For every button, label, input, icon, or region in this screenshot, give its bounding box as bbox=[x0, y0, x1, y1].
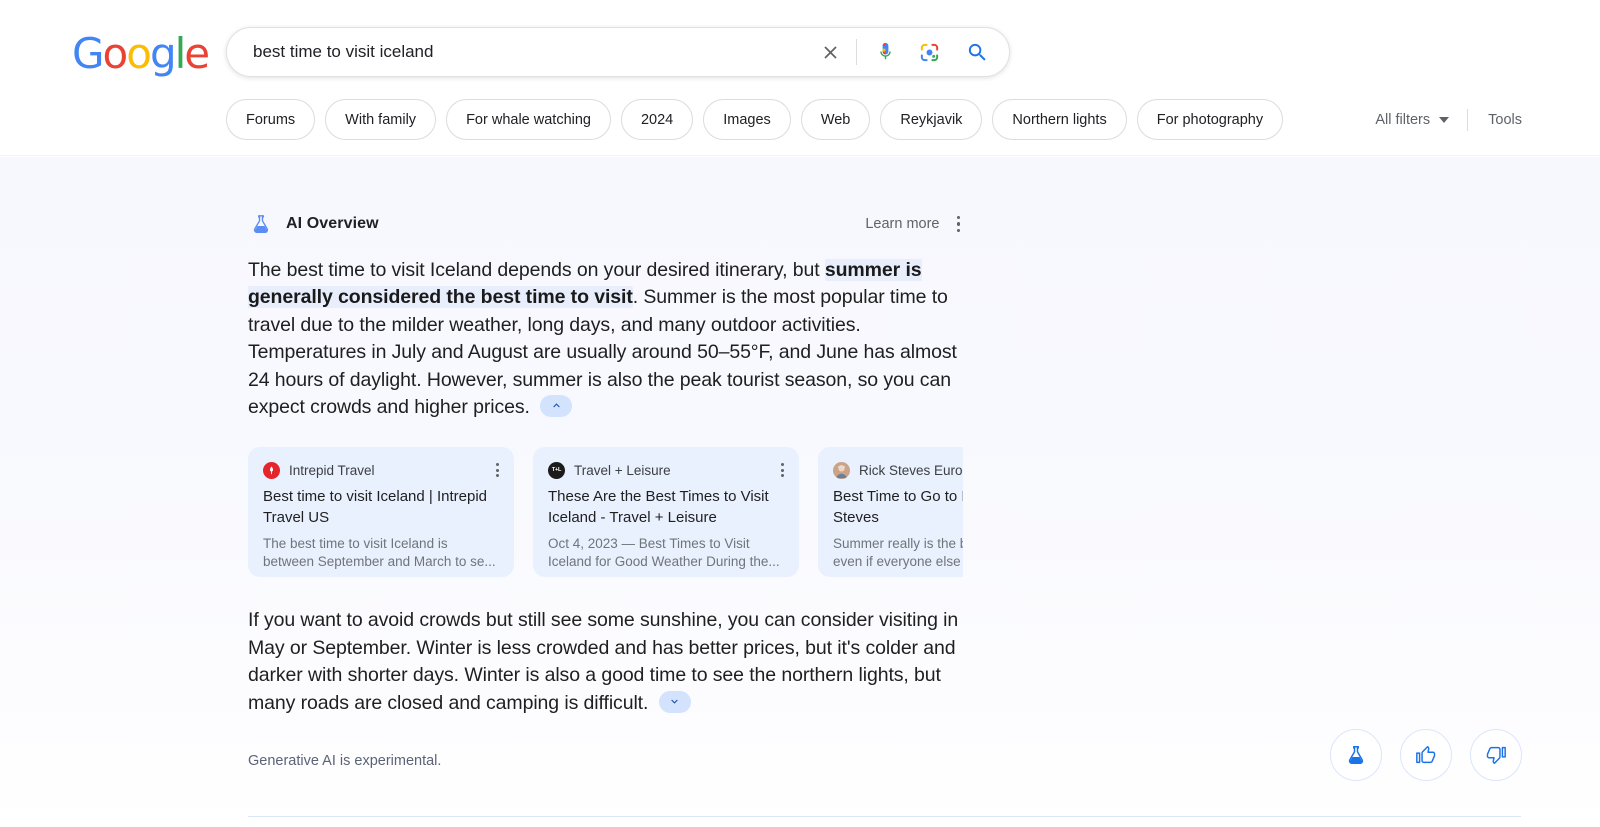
logo-letter-g2: g bbox=[149, 29, 177, 78]
close-icon bbox=[823, 45, 837, 59]
all-filters-label: All filters bbox=[1375, 111, 1431, 128]
search-bar[interactable] bbox=[226, 27, 1010, 77]
source-card-menu-icon[interactable] bbox=[496, 463, 499, 478]
search-submit-button[interactable] bbox=[957, 32, 997, 72]
google-lens-icon bbox=[920, 43, 938, 61]
thumbs-up-icon bbox=[1416, 746, 1436, 764]
clear-search-button[interactable] bbox=[810, 32, 850, 72]
source-card-header: T+L Travel + Leisure bbox=[548, 460, 784, 480]
chevron-up-icon bbox=[552, 403, 560, 408]
ai-overview-header: AI Overview Learn more bbox=[248, 207, 963, 241]
chip-label: Forums bbox=[246, 111, 296, 128]
ai-source-cards: Intrepid Travel Best time to visit Icela… bbox=[248, 447, 963, 578]
source-card-title: These Are the Best Times to Visit Icelan… bbox=[548, 488, 769, 526]
microphone-icon bbox=[879, 42, 891, 59]
ai-overview-paragraph-2: If you want to avoid crowds but still se… bbox=[248, 607, 963, 717]
source-card-rick-steves[interactable]: Rick Steves Europe Best Time to Go to Ic… bbox=[818, 447, 963, 578]
source-card-snippet: The best time to visit Iceland is betwee… bbox=[263, 536, 496, 570]
voice-search-button[interactable] bbox=[867, 34, 903, 70]
ai-overview-panel: AI Overview Learn more The best time to … bbox=[0, 157, 1600, 827]
source-card-header: Intrepid Travel bbox=[263, 460, 499, 480]
travel-leisure-favicon: T+L bbox=[548, 461, 565, 479]
flask-icon bbox=[248, 211, 274, 237]
paragraph-1-part-1: The best time to visit Iceland depends o… bbox=[248, 259, 825, 281]
chevron-down-icon bbox=[1439, 116, 1450, 123]
chip-reykjavik[interactable]: Reykjavik bbox=[880, 99, 983, 140]
chip-label: For photography bbox=[1156, 111, 1264, 128]
tools-label: Tools bbox=[1488, 111, 1522, 128]
source-site-name: Travel + Leisure bbox=[574, 462, 671, 478]
rick-steves-favicon bbox=[833, 461, 850, 479]
source-cards-row: Intrepid Travel Best time to visit Icela… bbox=[248, 447, 963, 578]
expand-paragraph-button[interactable] bbox=[658, 690, 691, 713]
source-card-title: Best time to visit Iceland | Intrepid Tr… bbox=[263, 488, 487, 526]
flask-icon bbox=[1348, 746, 1364, 764]
source-card-intrepid-travel[interactable]: Intrepid Travel Best time to visit Icela… bbox=[248, 447, 514, 578]
learn-more-link[interactable]: Learn more bbox=[865, 216, 939, 232]
chip-northern-lights[interactable]: Northern lights bbox=[992, 99, 1127, 140]
filters-toolbar: All filters Tools bbox=[1375, 99, 1522, 140]
filter-chips: Forums With family For whale watching 20… bbox=[226, 99, 1284, 140]
logo-letter-o1: o bbox=[102, 29, 129, 78]
tools-button[interactable]: Tools bbox=[1468, 112, 1522, 128]
chip-for-photography[interactable]: For photography bbox=[1136, 99, 1284, 140]
google-logo[interactable]: Google bbox=[72, 29, 210, 78]
chevron-down-icon bbox=[671, 699, 678, 704]
ai-overview-title: AI Overview bbox=[286, 215, 379, 232]
chip-label: For whale watching bbox=[466, 111, 591, 128]
ai-overview-action-buttons bbox=[1330, 729, 1522, 781]
source-card-travel-leisure[interactable]: T+L Travel + Leisure These Are the Best … bbox=[533, 447, 799, 578]
chip-label: Images bbox=[723, 111, 771, 128]
chip-web[interactable]: Web bbox=[800, 99, 871, 140]
search-icon bbox=[968, 43, 986, 61]
source-card-snippet: Oct 4, 2023 — Best Times to Visit Icelan… bbox=[548, 536, 780, 570]
intrepid-travel-favicon bbox=[263, 461, 280, 479]
lab-experiment-button[interactable] bbox=[1330, 729, 1382, 781]
chip-with-family[interactable]: With family bbox=[325, 99, 437, 140]
chip-label: Northern lights bbox=[1012, 111, 1107, 128]
thumbs-down-icon bbox=[1486, 746, 1506, 764]
search-input[interactable] bbox=[227, 42, 810, 62]
all-filters-button[interactable]: All filters bbox=[1375, 112, 1467, 128]
chip-for-whale-watching[interactable]: For whale watching bbox=[446, 99, 611, 140]
section-divider bbox=[248, 816, 1521, 817]
chip-2024[interactable]: 2024 bbox=[620, 99, 694, 140]
logo-letter-g1: G bbox=[72, 29, 105, 78]
logo-letter-o2: o bbox=[126, 29, 152, 78]
source-site-name: Intrepid Travel bbox=[289, 462, 375, 478]
search-divider bbox=[856, 39, 857, 65]
source-card-menu-icon[interactable] bbox=[781, 463, 784, 478]
favicon-text: T+L bbox=[551, 467, 562, 474]
search-header: Google best time to visit iceland Forums… bbox=[0, 0, 1600, 156]
chip-label: 2024 bbox=[640, 111, 674, 128]
collapse-paragraph-button[interactable] bbox=[540, 394, 573, 417]
thumbs-up-button[interactable] bbox=[1400, 729, 1452, 781]
google-search-page: Google best time to visit iceland Forums… bbox=[0, 0, 1600, 827]
ai-overview-header-actions: Learn more bbox=[865, 212, 963, 237]
thumbs-down-button[interactable] bbox=[1470, 729, 1522, 781]
chip-label: Reykjavik bbox=[900, 111, 963, 128]
chip-images[interactable]: Images bbox=[703, 99, 791, 140]
source-card-header: Rick Steves Europe bbox=[833, 460, 963, 480]
logo-letter-e: e bbox=[184, 29, 210, 78]
chip-label: Web bbox=[820, 111, 851, 128]
source-card-title: Best Time to Go to Iceland by Rick Steve… bbox=[833, 488, 963, 526]
logo-letter-l: l bbox=[174, 29, 187, 78]
generative-ai-disclaimer: Generative AI is experimental. bbox=[248, 753, 442, 770]
ai-overview-content: AI Overview Learn more The best time to … bbox=[248, 157, 1600, 769]
chip-label: With family bbox=[345, 111, 417, 128]
ai-overview-paragraph-1: The best time to visit Iceland depends o… bbox=[248, 257, 963, 421]
chip-forums[interactable]: Forums bbox=[226, 99, 316, 140]
paragraph-2-text: If you want to avoid crowds but still se… bbox=[248, 609, 959, 714]
source-site-name: Rick Steves Europe bbox=[859, 462, 963, 478]
more-options-icon[interactable] bbox=[954, 212, 964, 237]
google-lens-button[interactable] bbox=[911, 34, 947, 70]
source-card-snippet: Summer really is the best time to visit,… bbox=[833, 536, 963, 570]
